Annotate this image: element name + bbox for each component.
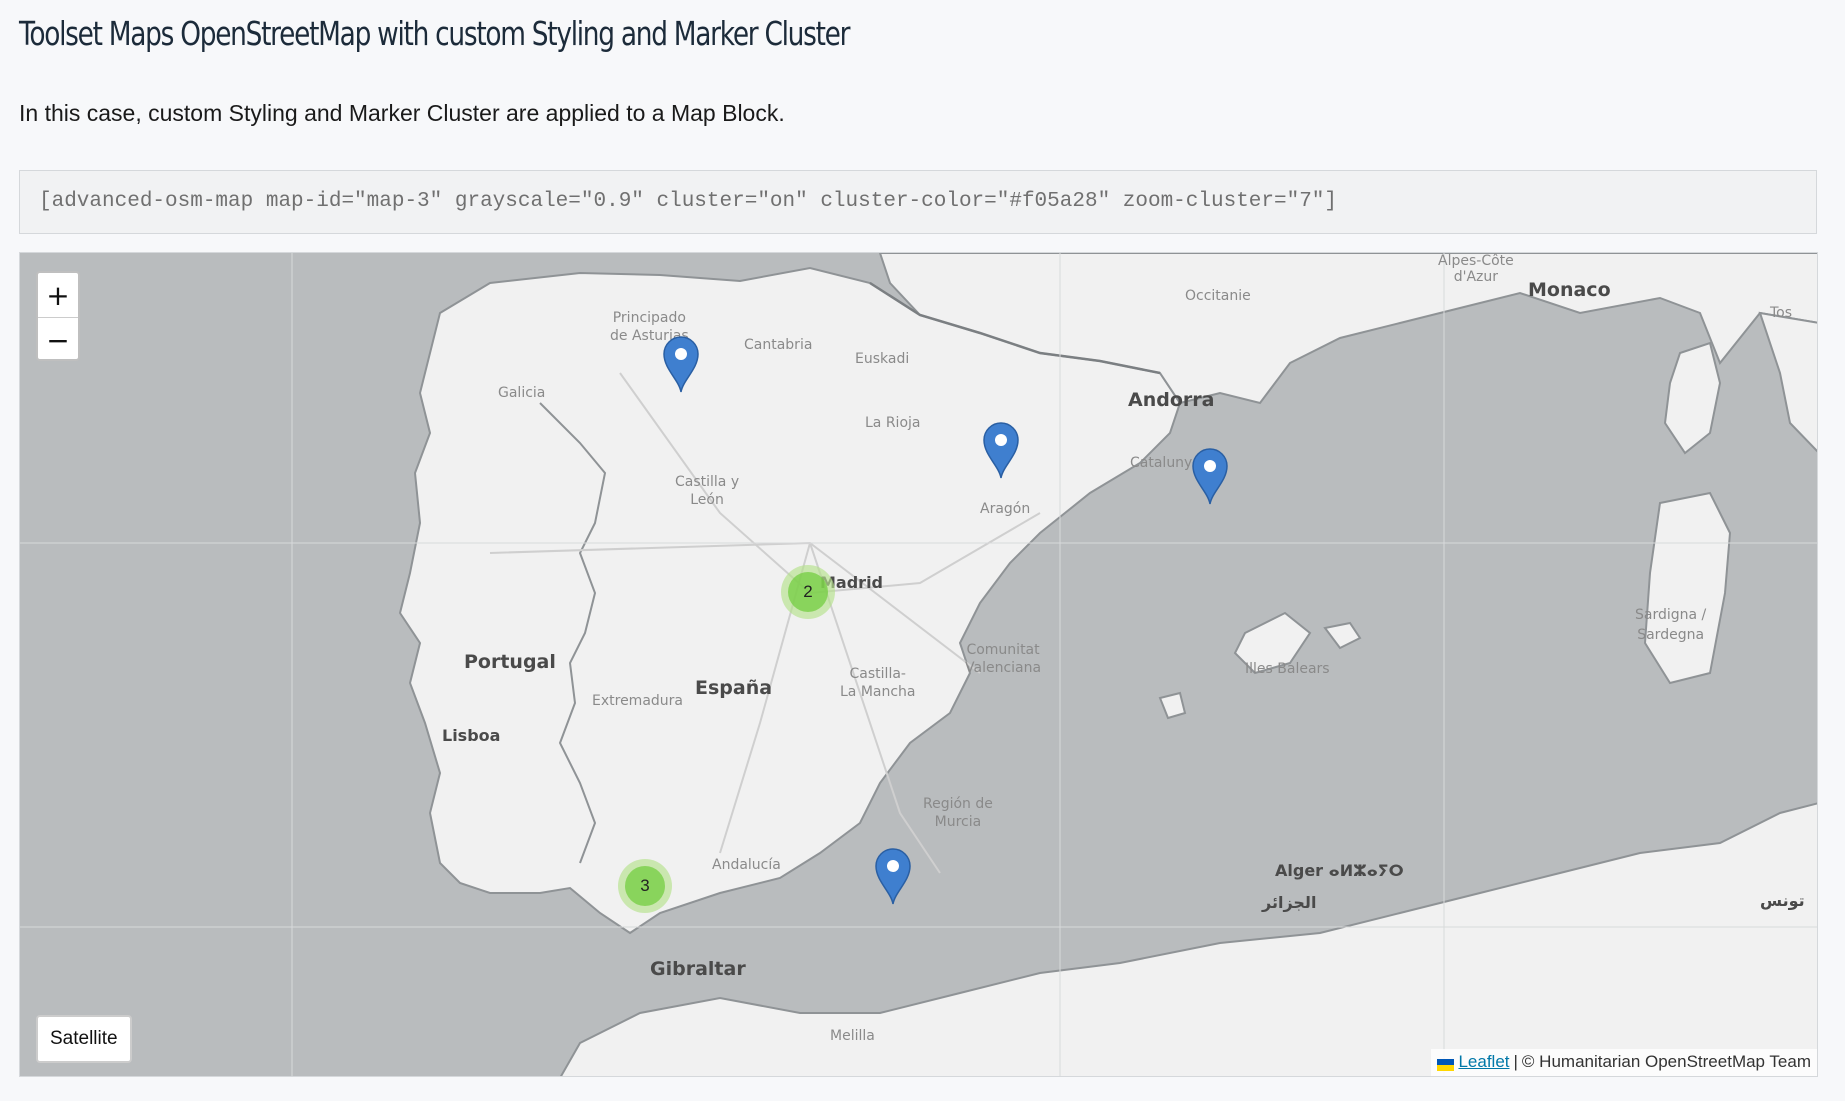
map-label-castilla-mancha: Castilla- La Mancha xyxy=(840,666,916,700)
map-pin-icon xyxy=(1192,448,1228,505)
zoom-control: + − xyxy=(36,271,80,361)
satellite-layer-button[interactable]: Satellite xyxy=(36,1015,132,1063)
page-title: Toolset Maps OpenStreetMap with custom S… xyxy=(19,14,851,53)
map-label-tunis: تونس xyxy=(1760,891,1805,910)
map-pin-icon xyxy=(983,422,1019,479)
map-attribution: Leaflet | © Humanitarian OpenStreetMap T… xyxy=(1431,1049,1817,1076)
map-label-monaco: Monaco xyxy=(1528,279,1611,301)
map-label-gibraltar: Gibraltar xyxy=(650,958,746,980)
map-label-occitanie: Occitanie xyxy=(1185,288,1251,304)
map-label-galicia: Galicia xyxy=(498,385,546,401)
map-label-extremadura: Extremadura xyxy=(592,693,683,709)
map-label-andalucia: Andalucía xyxy=(712,857,781,873)
marker-cluster-madrid[interactable]: 2 xyxy=(781,565,835,619)
map-label-lisboa: Lisboa xyxy=(442,726,501,745)
map-marker-almeria[interactable] xyxy=(874,847,912,905)
zoom-in-button[interactable]: + xyxy=(38,273,78,317)
map-label-euskadi: Euskadi xyxy=(855,351,910,367)
leaflet-link[interactable]: Leaflet xyxy=(1458,1052,1509,1072)
map-marker-aragon[interactable] xyxy=(982,421,1020,479)
map-pin-icon xyxy=(663,336,699,393)
map-label-aljazair: الجزائر xyxy=(1262,893,1317,912)
map-marker-barcelona[interactable] xyxy=(1191,447,1229,505)
map-label-alger: Alger ⴰⵍⵣⴰⵢⵔ xyxy=(1275,861,1404,880)
map-label-cantabria: Cantabria xyxy=(744,337,813,353)
map-label-murcia: Región de Murcia xyxy=(923,796,993,830)
map-label-rioja: La Rioja xyxy=(865,415,921,431)
map-label-baleares: Illes Balears xyxy=(1245,661,1330,677)
map-label-andorra: Andorra xyxy=(1128,389,1215,411)
zoom-out-button[interactable]: − xyxy=(38,317,78,359)
ukraine-flag-icon xyxy=(1437,1056,1455,1071)
map-label-portugal: Portugal xyxy=(464,651,556,673)
map-label-valenciana: Comunitat Valenciana xyxy=(965,642,1042,676)
map-tiles[interactable] xyxy=(20,253,1818,1077)
map-label-catalunya: Cataluny xyxy=(1130,455,1193,471)
intro-text: In this case, custom Styling and Marker … xyxy=(19,100,785,126)
shortcode-block: [advanced-osm-map map-id="map-3" graysca… xyxy=(19,170,1817,234)
cluster-count: 3 xyxy=(625,866,665,906)
map-label-melilla: Melilla xyxy=(830,1028,875,1044)
map-label-alpes: Alpes-Côte d'Azur xyxy=(1438,253,1514,285)
map-container[interactable]: Alpes-Côte d'Azur Monaco Tos Occitanie An… xyxy=(19,252,1818,1077)
attribution-separator: | xyxy=(1513,1052,1518,1071)
marker-cluster-cadiz[interactable]: 3 xyxy=(618,859,672,913)
map-label-sardegna: Sardigna / Sardegna xyxy=(1635,607,1707,643)
map-pin-icon xyxy=(875,848,911,905)
map-label-castilla-leon: Castilla y León xyxy=(675,474,740,508)
attribution-credit: © Humanitarian OpenStreetMap Team xyxy=(1521,1052,1811,1071)
cluster-count: 2 xyxy=(788,572,828,612)
map-label-espana: España xyxy=(695,677,773,699)
map-marker-asturias[interactable] xyxy=(662,335,700,393)
map-label-tos: Tos xyxy=(1770,305,1793,321)
map-label-aragon: Aragón xyxy=(980,501,1031,517)
